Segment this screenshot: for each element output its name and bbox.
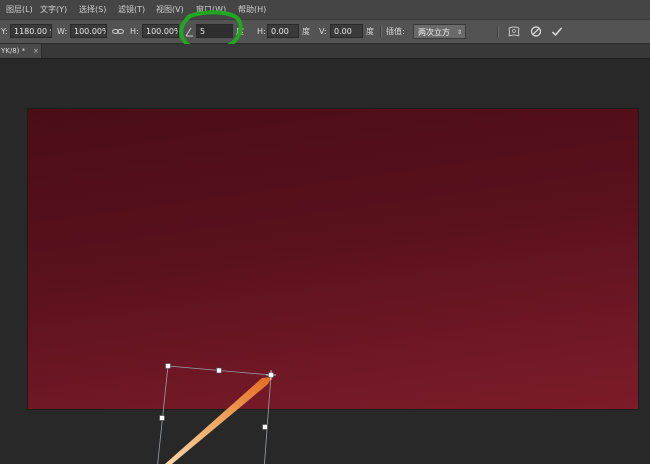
menu-layer[interactable]: 图层(L) (6, 0, 33, 19)
menu-view[interactable]: 视图(V) (156, 0, 184, 19)
rotate-angle-icon (183, 24, 197, 39)
document-tab-title: YK/8) * (1, 47, 26, 55)
photoshop-window: 图层(L) 文字(Y) 选择(S) 滤镜(T) 视图(V) 窗口(W) 帮助(H… (0, 0, 650, 464)
menu-type[interactable]: 文字(Y) (40, 0, 67, 19)
h-skew-label: H: (257, 27, 266, 36)
y-position-field[interactable]: 1180.00 像 (10, 24, 52, 38)
h-skew-field[interactable]: 0.00 (267, 24, 299, 38)
menu-window[interactable]: 窗口(W) (196, 0, 226, 19)
toolbar-separator (380, 25, 382, 38)
toolbar-separator (497, 25, 499, 38)
v-skew-label: V: (319, 27, 327, 36)
commit-transform-icon[interactable] (550, 24, 564, 39)
close-icon[interactable]: × (33, 44, 39, 58)
h-skew-unit-label: 度 (302, 27, 310, 36)
v-skew-field[interactable]: 0.00 (330, 24, 363, 38)
interpolation-select[interactable]: 两次立方 ⇕ (413, 24, 466, 39)
cancel-transform-icon[interactable] (529, 24, 543, 39)
menu-filter[interactable]: 滤镜(T) (118, 0, 145, 19)
rotate-angle-field[interactable]: 5 (196, 24, 233, 38)
width-field[interactable]: 100.00% (70, 24, 107, 38)
warp-mode-icon[interactable] (507, 24, 521, 39)
chevron-updown-icon: ⇕ (456, 29, 462, 36)
document-tab-bar: YK/8) * × (0, 44, 650, 59)
menu-select[interactable]: 选择(S) (79, 0, 106, 19)
menu-bar: 图层(L) 文字(Y) 选择(S) 滤镜(T) 视图(V) 窗口(W) 帮助(H… (0, 0, 650, 20)
menu-help[interactable]: 帮助(H) (238, 0, 266, 19)
document-canvas[interactable] (28, 109, 638, 409)
interpolation-select-value: 两次立方 (418, 28, 450, 37)
height-label: H: (130, 27, 139, 36)
link-icon[interactable] (111, 24, 125, 39)
v-skew-unit-label: 度 (366, 27, 374, 36)
interpolation-label: 插值: (386, 27, 405, 36)
rotate-unit-label: 度 (236, 27, 244, 36)
document-tab[interactable]: YK/8) * × (0, 44, 42, 58)
transform-options-bar: Y: 1180.00 像 W: 100.00% H: 100.00% 5 度 H… (0, 20, 650, 44)
width-label: W: (57, 27, 68, 36)
height-field[interactable]: 100.00% (142, 24, 179, 38)
y-label: Y: (1, 27, 8, 36)
